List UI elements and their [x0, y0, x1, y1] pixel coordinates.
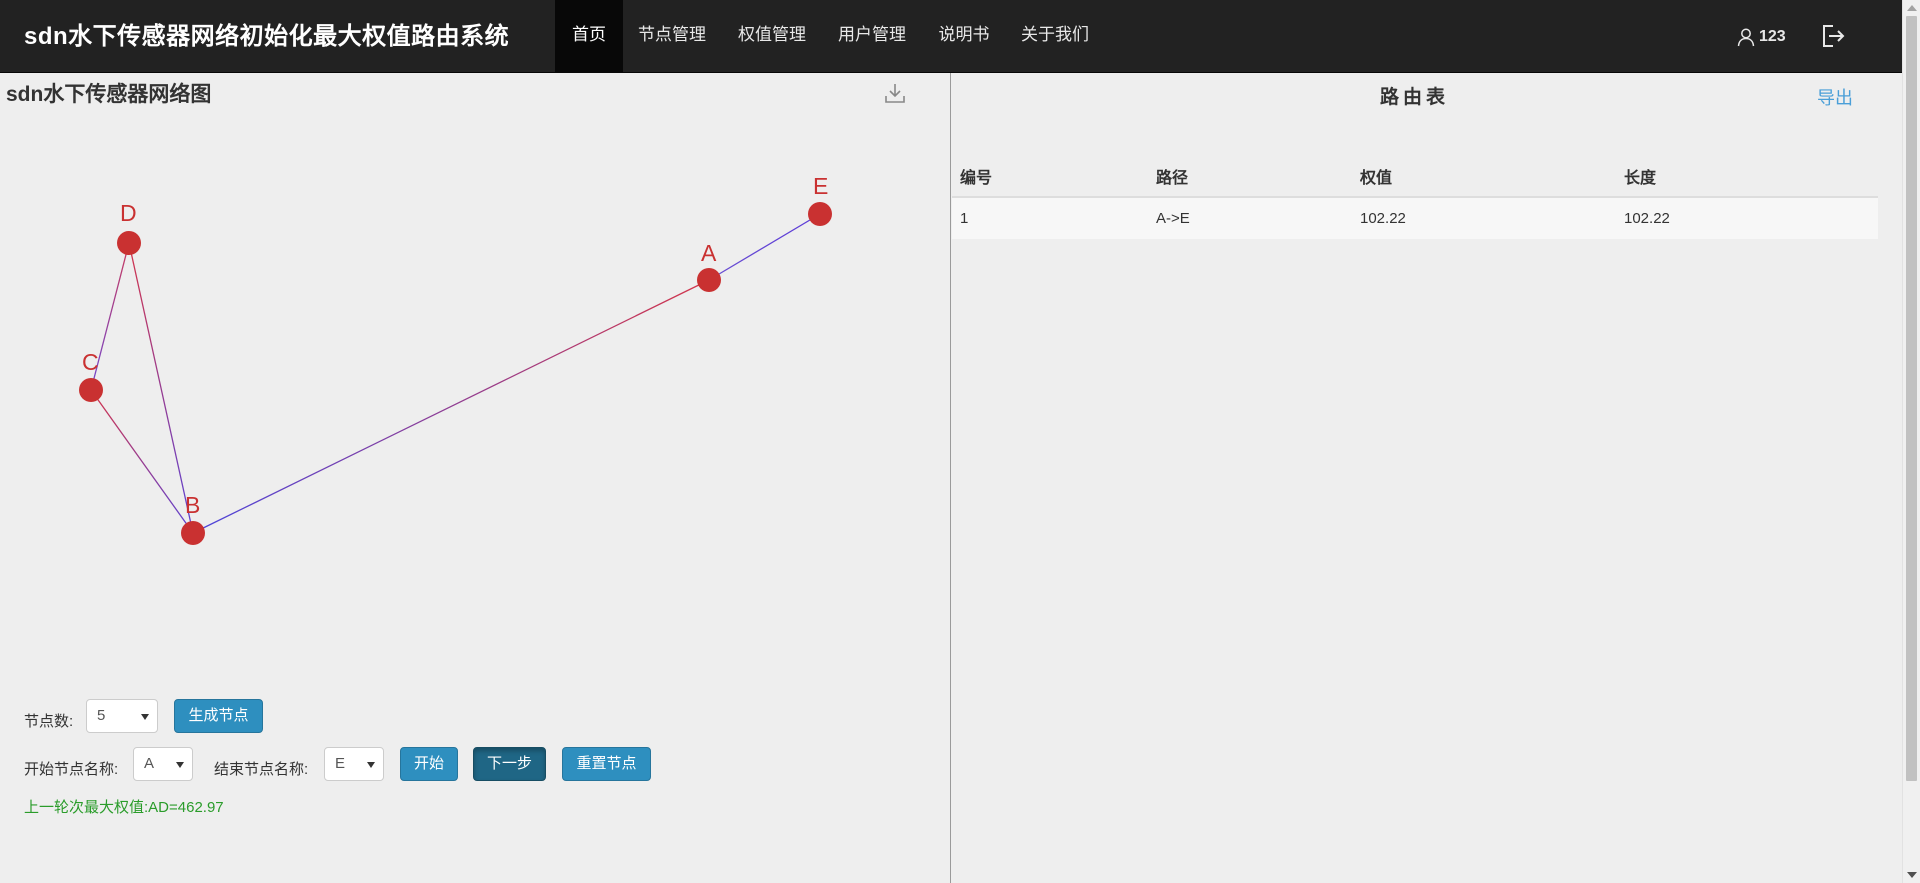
chevron-down-icon	[367, 762, 375, 768]
route-table: 编号 路径 权值 长度 1 A->E 102.22 102.22	[952, 155, 1878, 239]
chevron-down-icon	[176, 762, 184, 768]
generate-nodes-button[interactable]: 生成节点	[174, 699, 263, 733]
table-header-row: 编号 路径 权值 长度	[952, 155, 1878, 198]
column-header-weight: 权值	[1352, 155, 1616, 198]
scrollbar-thumb[interactable]	[1906, 16, 1917, 781]
reset-nodes-button[interactable]: 重置节点	[562, 747, 651, 781]
node-d[interactable]	[117, 231, 141, 255]
cell-length: 102.22	[1616, 197, 1878, 239]
export-link[interactable]: 导出	[1817, 84, 1853, 110]
last-round-max-weight: 上一轮次最大权值:AD=462.97	[24, 799, 224, 816]
node-b[interactable]	[181, 521, 205, 545]
start-button[interactable]: 开始	[400, 747, 458, 781]
node-a[interactable]	[697, 268, 721, 292]
panel-divider	[950, 73, 951, 883]
user-icon	[1737, 28, 1755, 46]
cell-weight: 102.22	[1352, 197, 1616, 239]
next-step-button[interactable]: 下一步	[473, 747, 546, 781]
edge-a-e	[708, 213, 821, 281]
start-node-value: A	[144, 755, 155, 772]
start-node-label: 开始节点名称:	[24, 761, 119, 778]
end-node-value: E	[335, 755, 346, 772]
node-label-b: B	[185, 492, 200, 518]
page-scrollbar[interactable]	[1902, 0, 1920, 883]
node-count-select[interactable]: 5	[86, 699, 158, 733]
column-header-length: 长度	[1616, 155, 1878, 198]
start-node-select[interactable]: A	[133, 747, 193, 781]
end-node-label: 结束节点名称:	[214, 761, 309, 778]
nav-manual[interactable]: 说明书	[932, 0, 996, 73]
column-header-id: 编号	[952, 155, 1148, 198]
logout-icon[interactable]	[1820, 23, 1846, 49]
scroll-down-icon[interactable]	[1907, 872, 1917, 878]
end-node-select[interactable]: E	[324, 747, 384, 781]
cell-id: 1	[952, 197, 1148, 239]
edge-a-b	[192, 279, 710, 534]
user-menu[interactable]: 123	[1736, 0, 1786, 73]
top-navbar: sdn水下传感器网络初始化最大权值路由系统 首页 节点管理 权值管理 用户管理 …	[0, 0, 1902, 73]
node-label-e: E	[813, 173, 828, 199]
route-table-title: 路由表	[1380, 86, 1450, 108]
nav-home[interactable]: 首页	[555, 0, 623, 73]
node-count-label: 节点数:	[24, 713, 74, 730]
chevron-down-icon	[141, 714, 149, 720]
node-label-d: D	[120, 200, 137, 226]
nav-user-management[interactable]: 用户管理	[832, 0, 912, 73]
column-header-path: 路径	[1148, 155, 1352, 198]
app-brand[interactable]: sdn水下传感器网络初始化最大权值路由系统	[24, 0, 509, 73]
nav-about-us[interactable]: 关于我们	[1015, 0, 1095, 73]
cell-path: A->E	[1148, 197, 1352, 239]
node-label-a: A	[701, 240, 717, 266]
edge-b-d	[128, 242, 194, 534]
nav-node-management[interactable]: 节点管理	[632, 0, 712, 73]
nav-weight-management[interactable]: 权值管理	[732, 0, 812, 73]
node-e[interactable]	[808, 202, 832, 226]
scroll-up-icon[interactable]	[1907, 5, 1917, 11]
node-label-c: C	[82, 349, 99, 375]
node-count-value: 5	[97, 707, 106, 724]
username: 123	[1759, 27, 1786, 45]
network-graph: A B C D E	[79, 173, 832, 545]
node-c[interactable]	[79, 378, 103, 402]
table-row: 1 A->E 102.22 102.22	[952, 197, 1878, 239]
